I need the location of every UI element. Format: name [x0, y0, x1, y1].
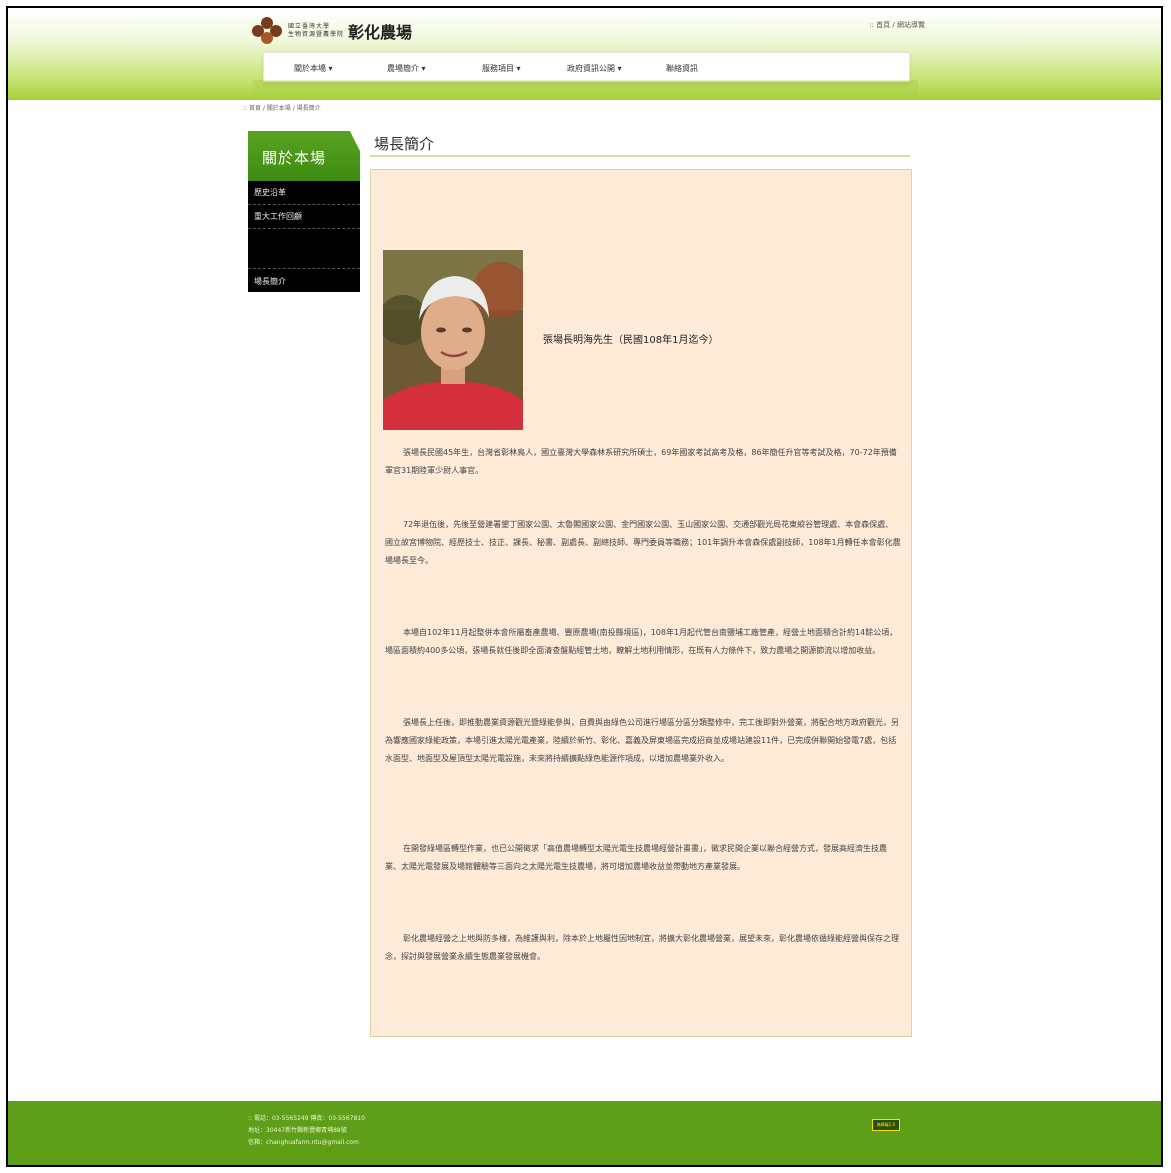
- breadcrumb[interactable]: :: 首頁 / 關於本場 / 場長簡介: [243, 103, 321, 112]
- sidebar-item-director[interactable]: 場長簡介: [248, 269, 360, 293]
- bio-paragraph-6: 彰化農場經營之上地與防多樣，為維護與利，除本於上地屬性因地制宜，將擴大彰化農場營…: [385, 934, 899, 961]
- sidebar-item-blank: [248, 229, 360, 269]
- logo-subtitle: 國立臺灣大學 生物資源暨農學院: [288, 23, 345, 38]
- bio-paragraph-2: 72年退伍後，先後至營建署墾丁國家公園、太魯閣國家公園、金門國家公園、玉山國家公…: [385, 520, 901, 565]
- nav-item-gov-info[interactable]: 政府資訊公開 ▾: [567, 63, 622, 74]
- content-panel: 張場長明海先生（民國108年1月迄今） 張場長民國45年生，台灣省彰林鳥人，國立…: [370, 169, 912, 1037]
- bio-paragraph-4: 張場長上任後，即推動農業資源觀光暨綠能參與，自費與由綠色公司進行場區分區分類整修…: [385, 718, 899, 763]
- page-title: 場長簡介: [374, 135, 435, 153]
- sidebar-item-history[interactable]: 歷史沿革: [248, 181, 360, 205]
- director-caption: 張場長明海先生（民國108年1月迄今）: [543, 335, 719, 346]
- footer-phone: :: 電話：03-5565249 傳真：03-5567810: [248, 1115, 365, 1122]
- nav-item-intro[interactable]: 農場簡介 ▾: [387, 63, 426, 74]
- sidebar-title: 關於本場: [248, 131, 360, 181]
- nav-item-about[interactable]: 關於本場 ▾: [294, 63, 333, 74]
- sidebar-item-milestones[interactable]: 重大工作回顧: [248, 205, 360, 229]
- nav-item-contact[interactable]: 聯絡資訊: [666, 63, 698, 74]
- title-divider: [370, 155, 910, 157]
- footer-address: 地址：30447新竹縣新豐鄉青埔88號: [248, 1127, 347, 1134]
- site-footer: :: 電話：03-5565249 傳真：03-5567810 地址：30447新…: [8, 1101, 1161, 1165]
- site-header: 國立臺灣大學 生物資源暨農學院 彰化農場 :: 首頁 / 網站導覽 關於本場 ▾…: [8, 8, 1161, 100]
- nav-shadow: [253, 80, 918, 98]
- bio-paragraph-5: 在開發綠場區轉型作業，也已公開徵求「高值農場轉型太陽光電生技農場經營計畫書」，徵…: [385, 844, 887, 871]
- nav-item-services[interactable]: 服務項目 ▾: [482, 63, 521, 74]
- accessibility-badge[interactable]: 無障礙2.0: [872, 1119, 900, 1131]
- top-links[interactable]: :: 首頁 / 網站導覽: [869, 20, 925, 30]
- footer-email[interactable]: 信箱：changhuafarm.ntu@gmail.com: [248, 1137, 365, 1149]
- site-logo[interactable]: 國立臺灣大學 生物資源暨農學院 彰化農場: [252, 16, 412, 46]
- logo-name: 彰化農場: [348, 23, 413, 42]
- director-portrait: [383, 250, 523, 430]
- bio-paragraph-3: 本場自102年11月起整併本會所屬畜產農場、豐原農場(南投縣境區)，108年1月…: [385, 628, 898, 655]
- page-frame: 國立臺灣大學 生物資源暨農學院 彰化農場 :: 首頁 / 網站導覽 關於本場 ▾…: [6, 6, 1163, 1167]
- main-nav: 關於本場 ▾ 農場簡介 ▾ 服務項目 ▾ 政府資訊公開 ▾ 聯絡資訊: [263, 52, 910, 82]
- farm-emblem-icon: [252, 17, 282, 45]
- bio-paragraph-1: 張場長民國45年生，台灣省彰林鳥人，國立臺灣大學森林系研究所碩士，69年國家考試…: [385, 448, 897, 475]
- footer-contact: :: 電話：03-5565249 傳真：03-5567810 地址：30447新…: [248, 1113, 365, 1149]
- sidebar-menu: 歷史沿革 重大工作回顧 場長簡介: [248, 181, 360, 292]
